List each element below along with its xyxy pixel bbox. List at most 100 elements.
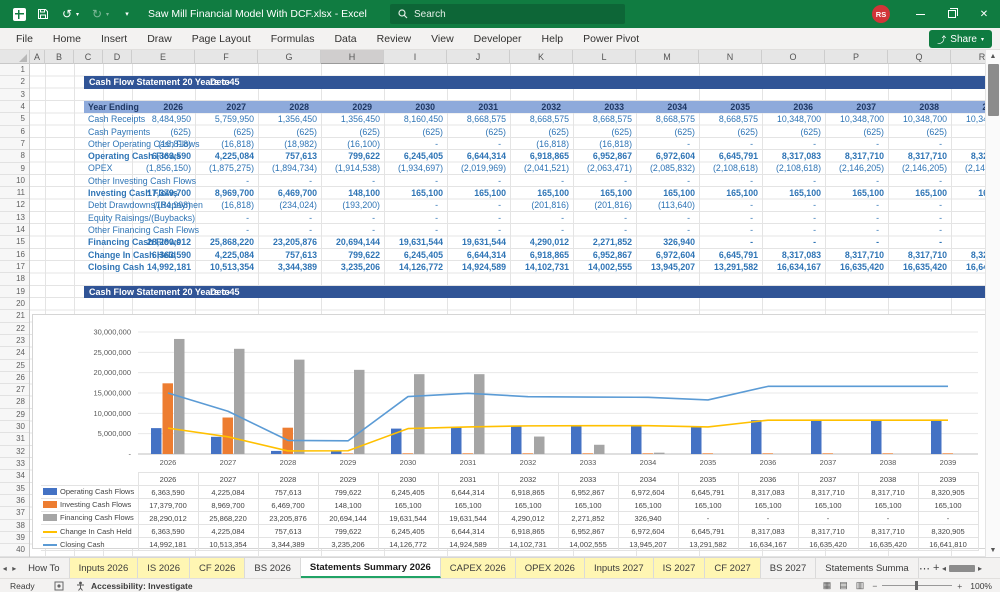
statement-cell[interactable]: - [699,236,762,248]
statement-cell[interactable]: - [951,138,985,150]
statement-cell[interactable]: 4,290,012 [510,236,573,248]
statement-cell[interactable]: - [384,224,447,236]
sheet-tab-cf-2027[interactable]: CF 2027 [705,558,761,578]
statement-cell[interactable]: 165,100 [762,187,825,199]
statement-cell[interactable]: (625) [258,126,321,138]
statement-cell[interactable]: (2,063,471) [573,162,636,174]
statement-cell[interactable]: - [258,212,321,224]
statement-cell[interactable]: (625) [384,126,447,138]
statement-cell[interactable]: (1,914,538) [321,162,384,174]
sheet-tab-statements-summary-2026[interactable]: Statements Summary 2026 [300,558,441,578]
statement-row-label[interactable]: Operating Cash Flows [88,150,181,162]
row-header-26[interactable]: 26 [0,372,29,385]
statement-cell[interactable]: (2,019,969) [447,162,510,174]
statement-row-label[interactable]: Cash Receipts [88,113,145,125]
statement-cell[interactable]: 8,320,905 [951,150,985,162]
accessibility-status[interactable]: Accessibility: Investigate [91,581,193,591]
close-button[interactable]: ✕ [968,0,1000,28]
statement-cell[interactable]: 10,348,700 [762,113,825,125]
statement-cell[interactable]: (625) [888,126,951,138]
statement-cell[interactable]: (2,146,205) [825,162,888,174]
row-header-33[interactable]: 33 [0,458,29,471]
statement-cell[interactable]: 6,645,791 [699,150,762,162]
statement-cell[interactable]: 8,160,450 [384,113,447,125]
year-cell[interactable]: 2032 [510,101,573,113]
statement-cell[interactable]: 10,348,700 [825,113,888,125]
statement-cell[interactable]: 16,641,810 [951,261,985,273]
sheet-tab-bs-2026[interactable]: BS 2026 [245,558,301,578]
statement-cell[interactable]: 19,631,544 [384,236,447,248]
statement-row-label[interactable]: Change In Cash Held [88,249,176,261]
statement-cell[interactable]: - [888,212,951,224]
account-avatar[interactable]: RS [872,5,890,23]
column-header-F[interactable]: F [195,50,258,64]
statement-cell[interactable]: - [699,212,762,224]
horizontal-scrollbar[interactable]: ◂ ▸ [942,558,1000,578]
statement-cell[interactable]: 20,694,144 [321,236,384,248]
row-header-38[interactable]: 38 [0,520,29,532]
statement-cell[interactable]: 14,002,555 [573,261,636,273]
row-header-28[interactable]: 28 [0,396,29,409]
row-header-5[interactable]: 5 [0,113,29,126]
statement-cell[interactable]: - [447,175,510,187]
statement-cell[interactable]: - [699,199,762,211]
column-header-O[interactable]: O [762,50,825,64]
year-cell[interactable]: 2026 [132,101,195,113]
statement-cell[interactable]: 23,205,876 [258,236,321,248]
statement-cell[interactable]: - [636,224,699,236]
statement-cell[interactable]: - [384,138,447,150]
statement-cell[interactable]: 165,100 [384,187,447,199]
statement-cell[interactable]: 6,972,604 [636,249,699,261]
statement-cell[interactable]: - [699,138,762,150]
statement-cell[interactable]: (201,816) [573,199,636,211]
year-cell[interactable]: 2029 [321,101,384,113]
statement-cell[interactable]: - [951,199,985,211]
statement-cell[interactable]: (2,041,521) [510,162,573,174]
statement-cell[interactable]: - [447,199,510,211]
horizontal-scroll-thumb[interactable] [949,564,975,572]
statement-cell[interactable]: (113,640) [636,199,699,211]
statement-cell[interactable]: 326,940 [636,236,699,248]
statement-cell[interactable]: - [195,175,258,187]
statement-cell[interactable]: 8,320,905 [951,249,985,261]
year-cell[interactable]: 2037 [825,101,888,113]
sheet-tab-how-to[interactable]: How To [19,558,70,578]
row-header-20[interactable]: 20 [0,298,29,311]
sheet-tab-is-2026[interactable]: IS 2026 [138,558,190,578]
year-cell[interactable]: 2038 [888,101,951,113]
statement-row-label[interactable]: Investing Cash Flows [88,187,178,199]
statement-row-label[interactable]: Closing Cash [88,261,144,273]
statement-cell[interactable]: - [888,199,951,211]
row-header-23[interactable]: 23 [0,335,29,348]
statement-cell[interactable]: 165,100 [447,187,510,199]
statement-cell[interactable]: 1,356,450 [258,113,321,125]
more-sheets-button[interactable]: ⋯ [919,558,931,578]
row-header-10[interactable]: 10 [0,175,29,188]
year-cell[interactable]: 2030 [384,101,447,113]
ribbon-tab-help[interactable]: Help [532,28,574,50]
row-header-6[interactable]: 6 [0,126,29,138]
ribbon-tab-data[interactable]: Data [324,28,366,50]
row-header-19[interactable]: 19 [0,286,29,298]
row-header-32[interactable]: 32 [0,446,29,458]
statement-cell[interactable]: (2,108,618) [762,162,825,174]
statement-cell[interactable]: (16,818) [510,138,573,150]
statement-cell[interactable]: - [951,212,985,224]
statement-cell[interactable]: 3,344,389 [258,261,321,273]
sheet-tab-inputs-2026[interactable]: Inputs 2026 [69,558,139,578]
row-header-1[interactable]: 1 [0,64,29,77]
hscroll-right-icon[interactable]: ▸ [978,564,982,573]
statement-cell[interactable]: (625) [636,126,699,138]
row-header-3[interactable]: 3 [0,89,29,101]
column-header-K[interactable]: K [510,50,573,64]
row-header-11[interactable]: 11 [0,187,29,200]
ribbon-tab-power-pivot[interactable]: Power Pivot [573,28,649,50]
column-header-G[interactable]: G [258,50,321,64]
statement-cell[interactable]: 8,317,710 [888,150,951,162]
statement-cell[interactable]: - [888,175,951,187]
scroll-down-icon[interactable]: ▼ [986,544,1000,557]
statement-cell[interactable]: 6,952,867 [573,249,636,261]
row-header-21[interactable]: 21 [0,310,29,323]
statement-cell[interactable]: 6,245,405 [384,150,447,162]
statement-cell[interactable]: (16,818) [573,138,636,150]
